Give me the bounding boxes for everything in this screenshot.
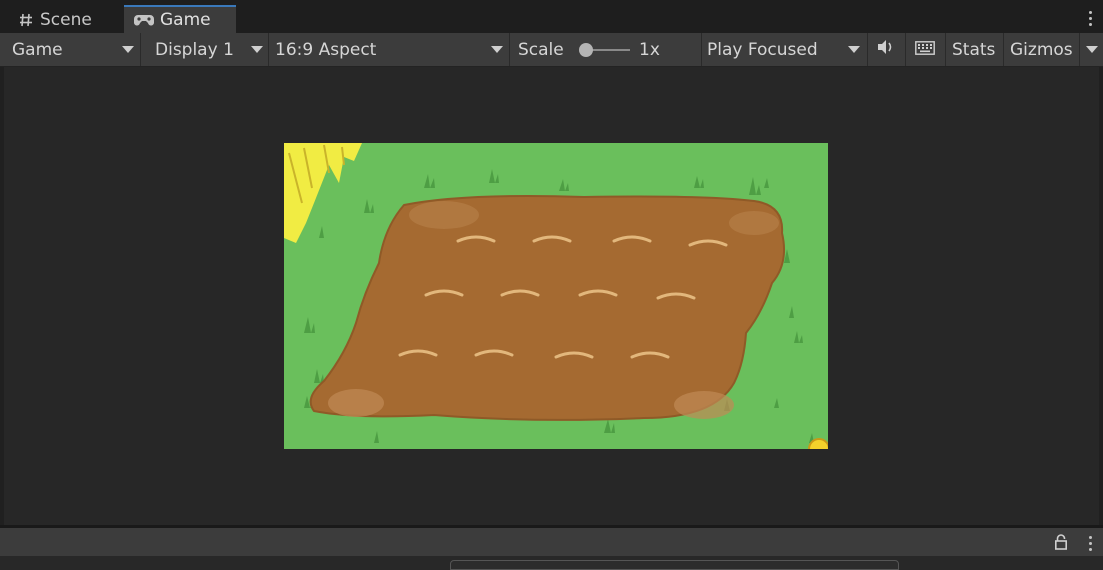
- keyboard-icon: [915, 40, 935, 60]
- chevron-down-icon: [848, 46, 860, 53]
- gizmos-button[interactable]: Gizmos: [1004, 33, 1103, 66]
- display-dropdown[interactable]: Display 1: [145, 33, 269, 66]
- scale-value-label: 1x: [639, 39, 660, 60]
- tab-strip: Scene Game: [0, 0, 1103, 34]
- view-dropdown-label: Game: [12, 39, 63, 60]
- chevron-down-icon: [251, 46, 263, 53]
- tab-game[interactable]: Game: [124, 5, 236, 33]
- game-render[interactable]: [284, 143, 828, 449]
- search-input[interactable]: [450, 560, 899, 570]
- scale-slider-handle[interactable]: [579, 43, 593, 57]
- aspect-dropdown-label: 16:9 Aspect: [275, 39, 377, 60]
- stats-label: Stats: [952, 39, 996, 60]
- chevron-down-icon[interactable]: [1086, 46, 1098, 53]
- divider: [1079, 33, 1080, 66]
- farm-field-image: [284, 143, 828, 449]
- hash-icon: [18, 12, 34, 28]
- shortcuts-button[interactable]: [906, 33, 946, 66]
- gizmos-label: Gizmos: [1010, 39, 1073, 60]
- view-dropdown[interactable]: Game: [4, 33, 141, 66]
- tab-scene[interactable]: Scene: [0, 6, 123, 33]
- display-dropdown-label: Display 1: [155, 39, 234, 60]
- lower-panel-header: [0, 528, 1103, 556]
- scale-value: 1x: [630, 33, 700, 66]
- aspect-dropdown[interactable]: 16:9 Aspect: [269, 33, 510, 66]
- play-mode-dropdown[interactable]: Play Focused: [701, 33, 868, 66]
- chevron-down-icon: [491, 46, 503, 53]
- stats-button[interactable]: Stats: [946, 33, 1004, 66]
- tab-game-label: Game: [160, 10, 211, 30]
- gamepad-icon: [134, 13, 154, 27]
- play-mode-label: Play Focused: [707, 39, 818, 60]
- viewport-border-right: [1099, 67, 1103, 525]
- chevron-down-icon: [122, 46, 134, 53]
- scale-label: Scale: [518, 39, 564, 60]
- more-options-icon[interactable]: [1089, 536, 1093, 551]
- lock-icon[interactable]: [1055, 534, 1067, 554]
- speaker-icon: [876, 39, 896, 60]
- tab-scene-label: Scene: [40, 9, 92, 30]
- game-toolbar: Game Display 1 16:9 Aspect Scale 1x Play…: [0, 33, 1103, 67]
- more-options-icon[interactable]: [1089, 11, 1093, 29]
- mute-audio-button[interactable]: [868, 33, 906, 66]
